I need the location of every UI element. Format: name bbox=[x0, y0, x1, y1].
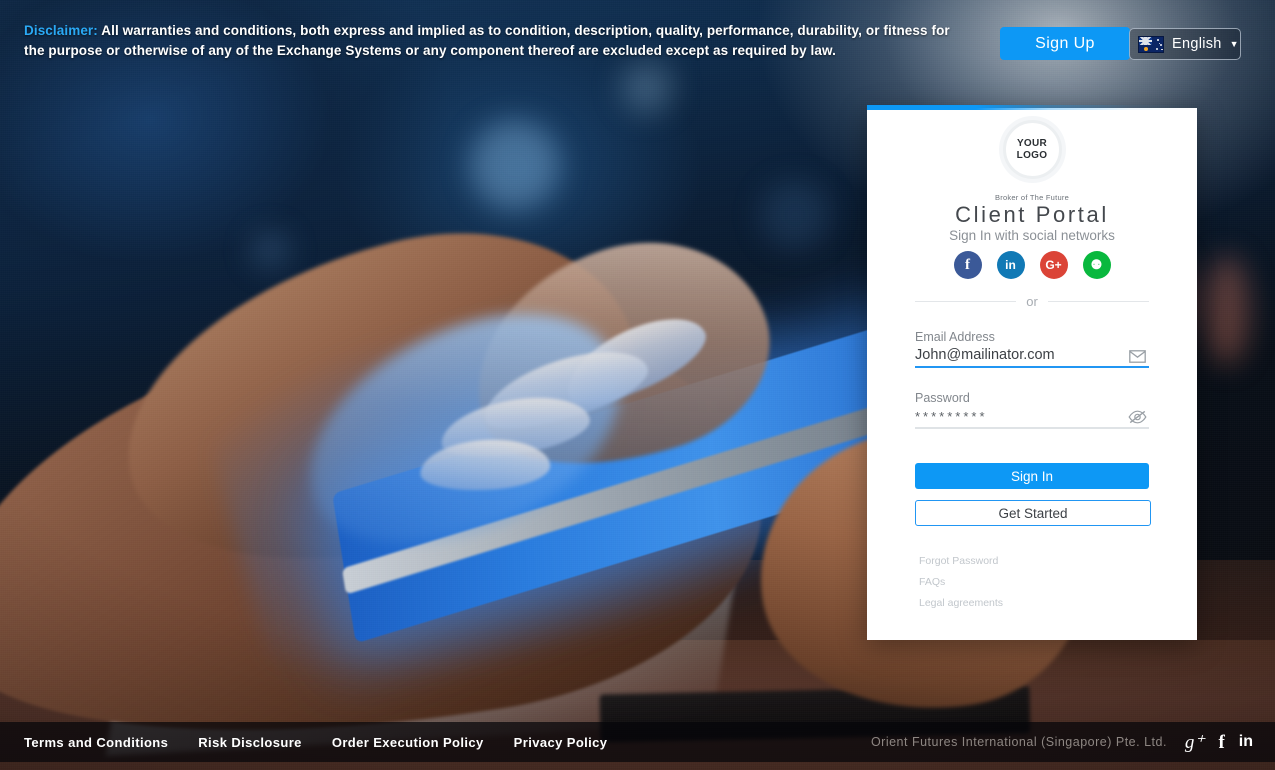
password-input-row bbox=[915, 407, 1149, 427]
legal-agreements-link[interactable]: Legal agreements bbox=[919, 597, 1003, 609]
google-plus-icon[interactable]: g⁺ bbox=[1185, 733, 1205, 752]
email-input-row bbox=[915, 346, 1149, 366]
password-label: Password bbox=[915, 391, 970, 405]
flag-star bbox=[1161, 48, 1163, 51]
linkedin-icon[interactable]: in bbox=[996, 251, 1025, 279]
disclaimer-body: All warranties and conditions, both expr… bbox=[24, 23, 950, 58]
australia-flag-icon bbox=[1138, 35, 1164, 53]
facebook-icon[interactable]: f bbox=[1218, 733, 1224, 752]
flag-star bbox=[1144, 46, 1148, 51]
password-field-group: Password bbox=[915, 391, 1149, 429]
email-underline bbox=[915, 366, 1149, 368]
wechat-icon[interactable]: ⚉ bbox=[1082, 251, 1111, 279]
email-input[interactable] bbox=[915, 347, 1125, 366]
flag-star bbox=[1156, 47, 1158, 50]
forgot-password-link[interactable]: Forgot Password bbox=[919, 555, 1003, 567]
password-underline bbox=[915, 427, 1149, 429]
risk-disclosure-link[interactable]: Risk Disclosure bbox=[198, 735, 302, 750]
footer-right: Orient Futures International (Singapore)… bbox=[871, 733, 1275, 752]
email-field-group: Email Address bbox=[915, 330, 1149, 368]
chevron-down-icon: ▼ bbox=[1229, 39, 1239, 49]
flag-star bbox=[1157, 39, 1159, 41]
divider-line-right bbox=[1047, 301, 1149, 302]
brand-tagline: Broker of The Future bbox=[994, 193, 1070, 202]
order-execution-policy-link[interactable]: Order Execution Policy bbox=[332, 735, 484, 750]
brand-logo-icon: YOUR LOGO bbox=[1002, 120, 1062, 179]
social-signin-subtitle: Sign In with social networks bbox=[949, 228, 1115, 243]
language-label: English bbox=[1172, 36, 1222, 52]
terms-and-conditions-link[interactable]: Terms and Conditions bbox=[24, 735, 168, 750]
logo-line-1: YOUR bbox=[1016, 137, 1048, 149]
google-plus-icon[interactable]: G+ bbox=[1039, 251, 1068, 279]
eye-off-icon[interactable] bbox=[1125, 407, 1149, 427]
footer-links: Terms and Conditions Risk Disclosure Ord… bbox=[0, 735, 607, 750]
footer-social-icons: g⁺ f in bbox=[1185, 733, 1253, 752]
password-input[interactable] bbox=[915, 409, 1125, 427]
privacy-policy-link[interactable]: Privacy Policy bbox=[514, 735, 608, 750]
get-started-button[interactable]: Get Started bbox=[915, 500, 1151, 526]
divider-label: or bbox=[1026, 294, 1038, 309]
linkedin-icon[interactable]: in bbox=[1239, 734, 1253, 750]
divider-line-left bbox=[915, 301, 1017, 302]
footer-bar: Terms and Conditions Risk Disclosure Ord… bbox=[0, 722, 1275, 762]
top-bar: Disclaimer: All warranties and condition… bbox=[0, 0, 1275, 92]
logo-block: YOUR LOGO Broker of The Future bbox=[867, 120, 1197, 202]
email-label: Email Address bbox=[915, 330, 995, 344]
flag-star bbox=[1160, 43, 1162, 46]
login-page: Disclaimer: All warranties and condition… bbox=[0, 0, 1275, 770]
sign-up-button[interactable]: Sign Up bbox=[1000, 27, 1130, 60]
logo-line-2: LOGO bbox=[1016, 149, 1048, 161]
envelope-icon bbox=[1125, 346, 1149, 366]
facebook-icon[interactable]: f bbox=[953, 251, 982, 279]
disclaimer-label: Disclaimer: bbox=[24, 23, 98, 38]
card-top-accent bbox=[867, 105, 1197, 110]
divider: or bbox=[915, 294, 1149, 309]
sign-in-button[interactable]: Sign In bbox=[915, 463, 1149, 489]
language-selector[interactable]: English ▼ bbox=[1129, 28, 1241, 60]
disclaimer-text: Disclaimer: All warranties and condition… bbox=[24, 21, 959, 61]
company-name: Orient Futures International (Singapore)… bbox=[870, 735, 1167, 749]
social-login-row: f in G+ ⚉ bbox=[867, 251, 1197, 279]
union-jack-canton bbox=[1139, 36, 1152, 45]
faqs-link[interactable]: FAQs bbox=[919, 576, 1003, 588]
helper-links: Forgot Password FAQs Legal agreements bbox=[919, 555, 1003, 609]
login-card: YOUR LOGO Broker of The Future Client Po… bbox=[867, 108, 1197, 640]
page-title: Client Portal bbox=[955, 202, 1109, 227]
